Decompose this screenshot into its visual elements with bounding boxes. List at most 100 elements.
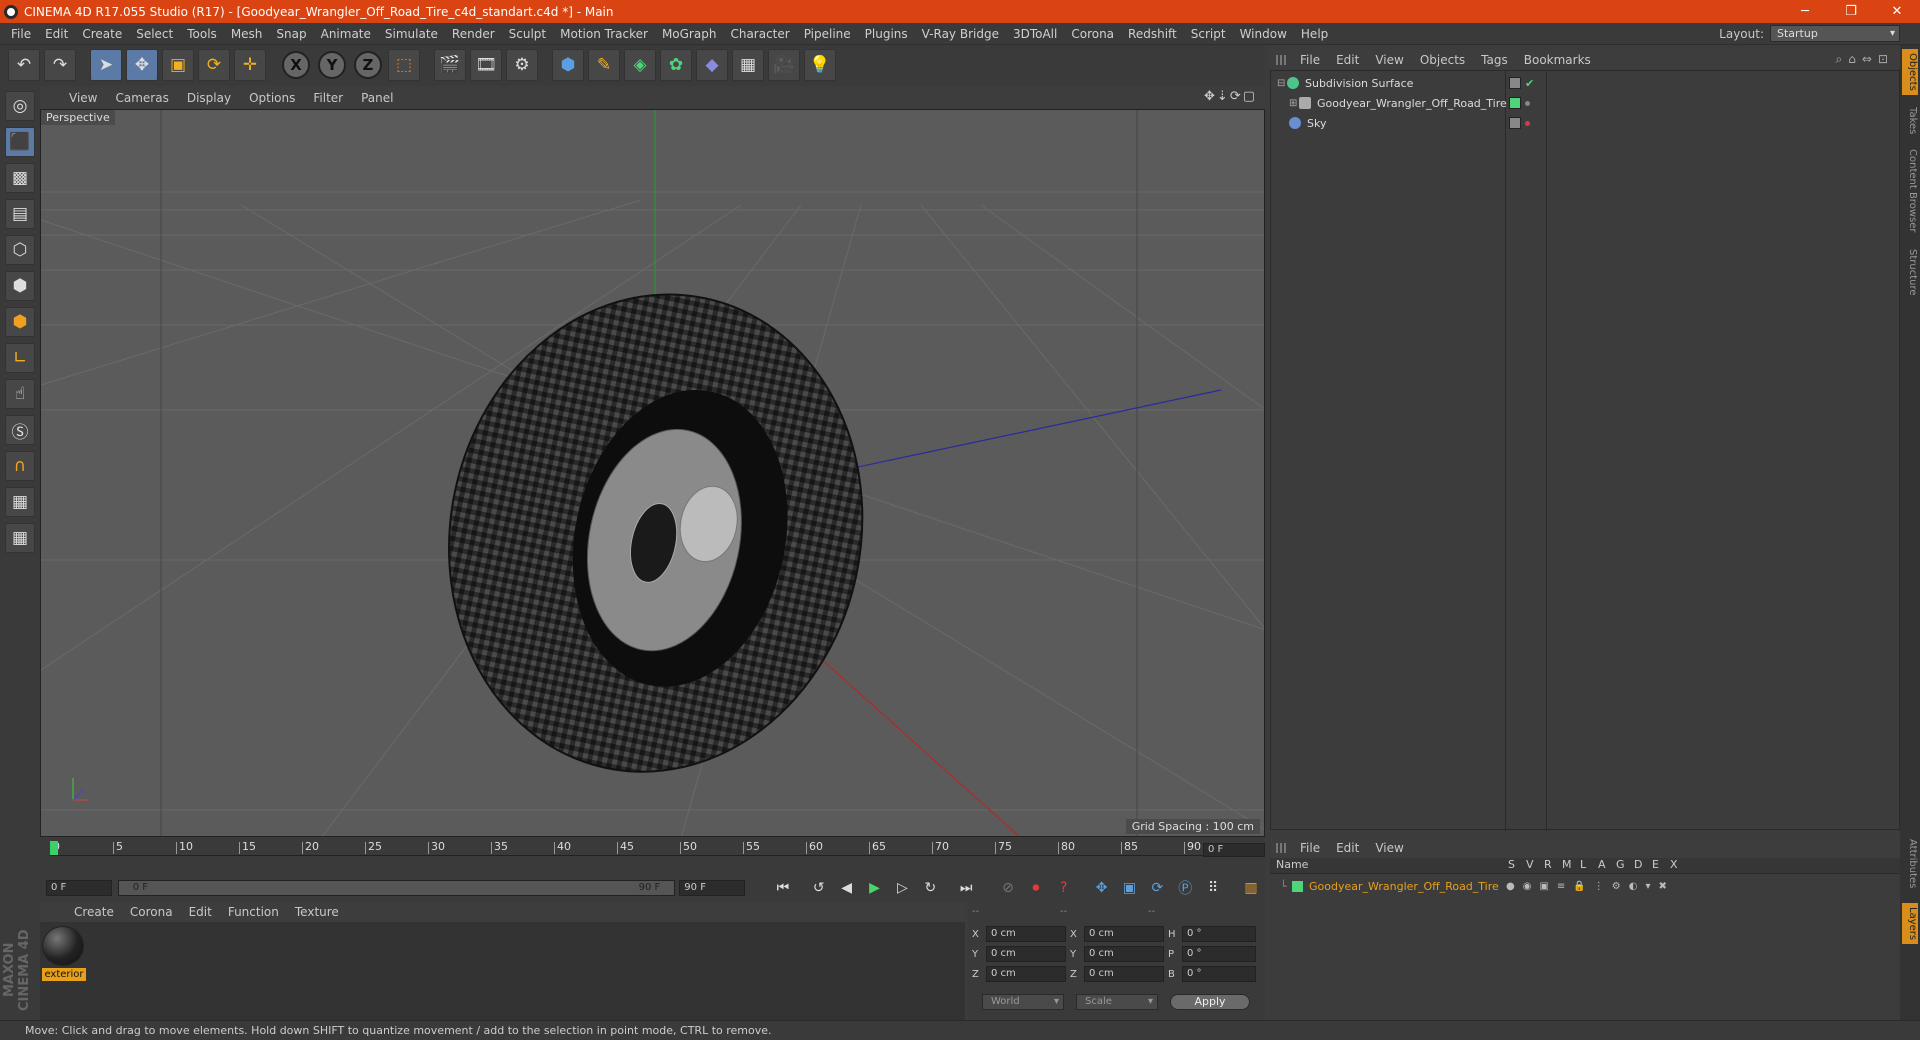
model-mode-icon[interactable]: ⬛	[5, 127, 35, 157]
viewport-menu-options[interactable]: Options	[240, 91, 304, 105]
layer-tag-icon[interactable]	[1509, 77, 1521, 89]
coordinate-space-dropdown[interactable]: World	[982, 994, 1064, 1010]
light-icon[interactable]: 💡	[804, 49, 836, 81]
layer-lock-icon[interactable]: 🔒	[1573, 881, 1585, 892]
tab-takes[interactable]: Takes	[1902, 103, 1918, 138]
object-menu-tags[interactable]: Tags	[1473, 53, 1516, 67]
z-axis-lock-icon[interactable]: Z	[354, 51, 382, 79]
workplane-icon[interactable]: ▦	[5, 523, 35, 553]
tab-objects[interactable]: Objects	[1902, 49, 1918, 95]
next-frame-icon[interactable]: ▷	[890, 876, 914, 900]
end-frame-field[interactable]: 90 F	[679, 880, 746, 896]
menu-plugins[interactable]: Plugins	[858, 23, 915, 45]
layer-name[interactable]: Goodyear_Wrangler_Off_Road_Tire	[1309, 880, 1499, 893]
render-settings-icon[interactable]: ⚙	[506, 49, 538, 81]
close-icon[interactable]: ✕	[1874, 0, 1920, 23]
layer-deformer-icon[interactable]: ◐	[1629, 881, 1638, 892]
rotation-b-field[interactable]: 0 °	[1182, 966, 1256, 982]
menu-mograph[interactable]: MoGraph	[655, 23, 724, 45]
y-axis-lock-icon[interactable]: Y	[318, 51, 346, 79]
deformer-icon[interactable]: ◆	[696, 49, 728, 81]
minimize-icon[interactable]: ─	[1782, 0, 1828, 23]
layer-menu-edit[interactable]: Edit	[1328, 841, 1367, 855]
menu-create[interactable]: Create	[75, 23, 129, 45]
rotate-tool-icon[interactable]: ⟳	[198, 49, 230, 81]
material-menu-edit[interactable]: Edit	[181, 905, 220, 919]
menu-window[interactable]: Window	[1233, 23, 1294, 45]
rotation-h-field[interactable]: 0 °	[1182, 926, 1256, 942]
material-name[interactable]: exterior	[42, 968, 86, 981]
layer-menu-view[interactable]: View	[1367, 841, 1411, 855]
points-mode-icon[interactable]: ⬡	[5, 235, 35, 265]
edges-mode-icon[interactable]: ⬢	[5, 271, 35, 301]
make-editable-icon[interactable]: ◎	[5, 91, 35, 121]
layer-tag-icon[interactable]	[1509, 117, 1521, 129]
menu-sculpt[interactable]: Sculpt	[502, 23, 553, 45]
layer-xref-icon[interactable]: ✖	[1659, 881, 1667, 892]
render-view-icon[interactable]: 🎬	[434, 49, 466, 81]
key-rotation-icon[interactable]: ⟳	[1145, 876, 1169, 900]
key-parameter-icon[interactable]: Ⓟ	[1173, 876, 1197, 900]
frame-ruler[interactable]: 0 5 10 15 20 25 30 35 40 45 50 55 60 65 …	[50, 840, 1220, 856]
material-swatch[interactable]	[42, 926, 84, 966]
menu-script[interactable]: Script	[1184, 23, 1233, 45]
menu-motion-tracker[interactable]: Motion Tracker	[553, 23, 655, 45]
transform-tool-icon[interactable]: ✛	[234, 49, 266, 81]
live-selection-icon[interactable]: ➤	[90, 49, 122, 81]
layer-menu-file[interactable]: File	[1292, 841, 1328, 855]
layer-solo-icon[interactable]: ●	[1506, 881, 1515, 892]
size-mode-dropdown[interactable]: Scale	[1076, 994, 1158, 1010]
size-z-field[interactable]: 0 cm	[1084, 966, 1164, 982]
menu-edit[interactable]: Edit	[38, 23, 75, 45]
menu-corona[interactable]: Corona	[1064, 23, 1121, 45]
restore-icon[interactable]: ❐	[1828, 0, 1874, 23]
tab-content-browser[interactable]: Content Browser	[1902, 145, 1918, 236]
tab-layers[interactable]: Layers	[1902, 903, 1918, 945]
expand-toggle-icon[interactable]: ⊟	[1277, 78, 1287, 89]
rotation-p-field[interactable]: 0 °	[1182, 946, 1256, 962]
menu-render[interactable]: Render	[445, 23, 502, 45]
key-scale-icon[interactable]: ▣	[1118, 876, 1142, 900]
autokey-icon[interactable]: ?	[1052, 876, 1076, 900]
visibility-dot-icon[interactable]	[1525, 100, 1530, 106]
previous-frame-icon[interactable]: ◀	[835, 876, 859, 900]
layer-color-tag-icon[interactable]	[1509, 97, 1521, 109]
menu-snap[interactable]: Snap	[269, 23, 313, 45]
magnet-icon[interactable]: ∩	[5, 451, 35, 481]
floor-scene-icon[interactable]: ▦	[732, 49, 764, 81]
object-manager-search-home-icons[interactable]: ⌕⌂⇔⊡	[1836, 52, 1894, 67]
camera-icon[interactable]: 🎥	[768, 49, 800, 81]
object-menu-bookmarks[interactable]: Bookmarks	[1516, 53, 1599, 67]
tab-structure[interactable]: Structure	[1902, 245, 1918, 300]
start-frame-field[interactable]: 0 F	[46, 880, 112, 896]
expand-toggle-icon[interactable]: ⊞	[1289, 98, 1299, 109]
viewport-menu-view[interactable]: View	[60, 91, 106, 105]
material-menu-corona[interactable]: Corona	[122, 905, 181, 919]
previous-key-icon[interactable]: ↺	[807, 876, 831, 900]
playhead-marker[interactable]	[50, 841, 58, 855]
go-to-start-icon[interactable]: ⏮	[771, 876, 795, 900]
material-menu-function[interactable]: Function	[220, 905, 287, 919]
menu-3dtoall[interactable]: 3DToAll	[1006, 23, 1064, 45]
menu-animate[interactable]: Animate	[314, 23, 378, 45]
menu-simulate[interactable]: Simulate	[378, 23, 445, 45]
cube-primitive-icon[interactable]: ⬢	[552, 49, 584, 81]
menu-mesh[interactable]: Mesh	[224, 23, 270, 45]
redo-icon[interactable]: ↷	[44, 49, 76, 81]
preview-range-slider[interactable]: 0 F 90 F	[117, 880, 676, 896]
position-y-field[interactable]: 0 cm	[986, 946, 1066, 962]
workplane-lock-icon[interactable]: ▦	[5, 487, 35, 517]
menu-file[interactable]: File	[4, 23, 38, 45]
tab-attributes[interactable]: Attributes	[1902, 835, 1918, 892]
menu-vray-bridge[interactable]: V-Ray Bridge	[915, 23, 1006, 45]
material-menu-texture[interactable]: Texture	[287, 905, 347, 919]
render-picture-viewer-icon[interactable]: 🎞	[470, 49, 502, 81]
position-z-field[interactable]: 0 cm	[986, 966, 1066, 982]
workplane-mode-icon[interactable]: ▤	[5, 199, 35, 229]
menu-select[interactable]: Select	[129, 23, 180, 45]
visibility-dot-icon[interactable]	[1525, 120, 1530, 126]
viewport-menu-filter[interactable]: Filter	[304, 91, 352, 105]
menu-tools[interactable]: Tools	[180, 23, 224, 45]
coordinate-system-icon[interactable]: ⬚	[388, 49, 420, 81]
move-tool-icon[interactable]: ✥	[126, 49, 158, 81]
